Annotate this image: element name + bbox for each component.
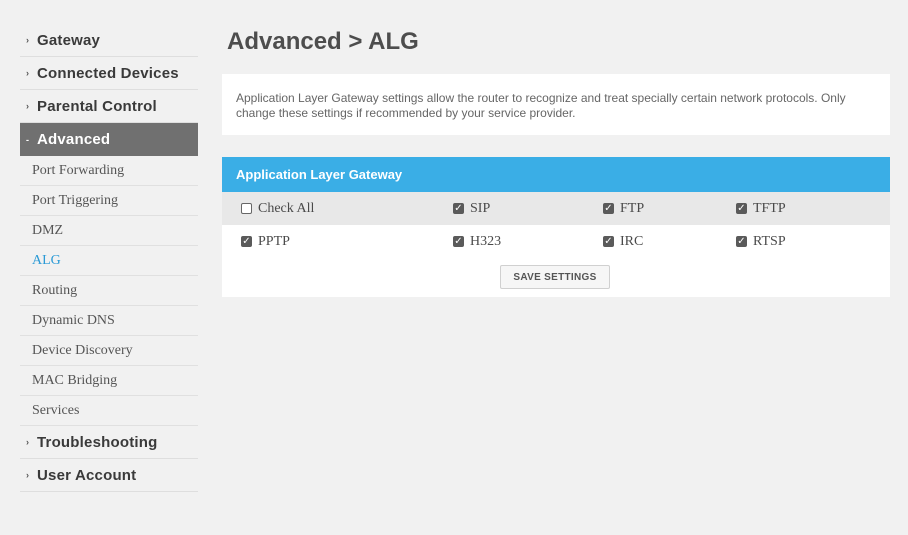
nav-item-user-account[interactable]: › User Account [20, 459, 198, 492]
checkbox-unchecked-icon[interactable] [241, 203, 252, 214]
nav-item-connected-devices[interactable]: › Connected Devices [20, 57, 198, 90]
caret-right-icon: › [26, 68, 30, 78]
nav-item-troubleshooting[interactable]: › Troubleshooting [20, 426, 198, 459]
checkbox-checked-icon[interactable]: ✓ [736, 236, 747, 247]
ftp-checkbox[interactable]: ✓ FTP [603, 201, 644, 217]
save-button-container: SAVE SETTINGS [222, 265, 890, 289]
subnav-item-port-triggering[interactable]: Port Triggering [20, 186, 198, 216]
irc-checkbox[interactable]: ✓ IRC [603, 234, 643, 250]
page-title: Advanced > ALG [227, 28, 419, 55]
caret-right-icon: › [26, 35, 30, 45]
alg-panel: Application Layer Gateway Check All ✓ SI… [222, 157, 890, 297]
checkbox-checked-icon[interactable]: ✓ [603, 236, 614, 247]
options-row: ✓ PPTP ✓ H323 ✓ IRC ✓ RTSP [222, 225, 890, 258]
nav-item-gateway[interactable]: › Gateway [20, 24, 198, 57]
description-text: Application Layer Gateway settings allow… [236, 91, 846, 120]
checkbox-checked-icon[interactable]: ✓ [603, 203, 614, 214]
nav-item-label: Connected Devices [37, 64, 179, 82]
check-all-checkbox[interactable]: Check All [241, 201, 314, 217]
caret-expanded-icon: - [26, 134, 30, 145]
checkbox-label: IRC [620, 233, 644, 249]
checkbox-label: RTSP [753, 233, 786, 249]
checkbox-checked-icon[interactable]: ✓ [736, 203, 747, 214]
checkbox-checked-icon[interactable]: ✓ [453, 236, 464, 247]
subnav-item-device-discovery[interactable]: Device Discovery [20, 336, 198, 366]
tftp-checkbox[interactable]: ✓ TFTP [736, 201, 786, 217]
sip-checkbox[interactable]: ✓ SIP [453, 201, 490, 217]
caret-right-icon: › [26, 470, 30, 480]
sidebar-nav: › Gateway › Connected Devices › Parental… [20, 24, 198, 492]
nav-item-label: User Account [37, 466, 137, 484]
nav-item-label: Parental Control [37, 97, 157, 115]
checkbox-label: PPTP [258, 233, 290, 249]
checkbox-label: FTP [620, 200, 645, 216]
caret-right-icon: › [26, 437, 30, 447]
nav-item-label: Troubleshooting [37, 433, 158, 451]
subnav-item-mac-bridging[interactable]: MAC Bridging [20, 366, 198, 396]
subnav-item-dmz[interactable]: DMZ [20, 216, 198, 246]
subnav-item-port-forwarding[interactable]: Port Forwarding [20, 156, 198, 186]
subnav-item-services[interactable]: Services [20, 396, 198, 426]
pptp-checkbox[interactable]: ✓ PPTP [241, 234, 290, 250]
subnav-item-dynamic-dns[interactable]: Dynamic DNS [20, 306, 198, 336]
subnav-item-alg[interactable]: ALG [20, 246, 198, 276]
save-settings-button[interactable]: SAVE SETTINGS [500, 265, 610, 289]
nav-item-label: Gateway [37, 31, 101, 49]
panel-header: Application Layer Gateway [222, 157, 890, 192]
description-box: Application Layer Gateway settings allow… [222, 74, 890, 135]
caret-right-icon: › [26, 101, 30, 111]
nav-item-parental-control[interactable]: › Parental Control [20, 90, 198, 123]
checkbox-label: H323 [470, 233, 502, 249]
checkbox-label: SIP [470, 200, 491, 216]
checkbox-checked-icon[interactable]: ✓ [241, 236, 252, 247]
nav-item-advanced[interactable]: - Advanced [20, 123, 198, 156]
options-row: Check All ✓ SIP ✓ FTP ✓ TFTP [222, 192, 890, 225]
h323-checkbox[interactable]: ✓ H323 [453, 234, 501, 250]
checkbox-checked-icon[interactable]: ✓ [453, 203, 464, 214]
nav-item-label: Advanced [37, 131, 111, 148]
subnav-item-routing[interactable]: Routing [20, 276, 198, 306]
checkbox-label: Check All [258, 200, 315, 216]
checkbox-label: TFTP [753, 200, 786, 216]
rtsp-checkbox[interactable]: ✓ RTSP [736, 234, 786, 250]
